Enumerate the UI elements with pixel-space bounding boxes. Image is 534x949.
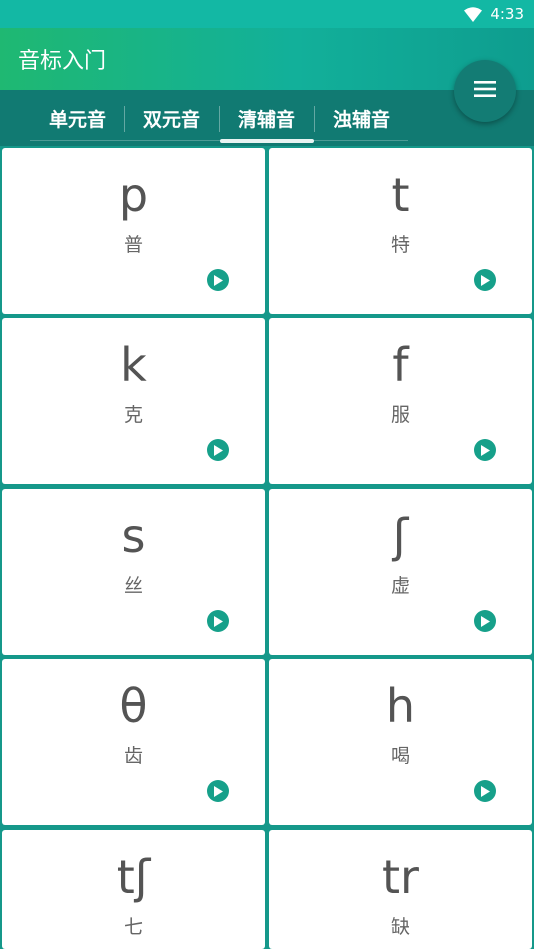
tab-diphthong[interactable]: 双元音 bbox=[124, 90, 219, 146]
play-button[interactable] bbox=[474, 780, 496, 802]
phonetic-hint: 丝 bbox=[123, 575, 143, 597]
tab-monophthong[interactable]: 单元音 bbox=[30, 90, 125, 146]
tab-label: 单元音 bbox=[48, 108, 106, 131]
play-button[interactable] bbox=[474, 610, 496, 632]
play-icon bbox=[214, 785, 223, 797]
phonetic-card[interactable]: tʃ 七 bbox=[2, 830, 265, 949]
phonetic-card[interactable]: k 克 bbox=[2, 318, 265, 484]
play-icon bbox=[481, 274, 490, 286]
phonetic-hint: 虚 bbox=[390, 575, 410, 597]
phonetic-card[interactable]: tr 缺 bbox=[269, 830, 532, 949]
phonetic-symbol: h bbox=[385, 679, 416, 733]
play-button[interactable] bbox=[207, 780, 229, 802]
phonetic-symbol: tr bbox=[382, 850, 419, 904]
phonetic-hint: 齿 bbox=[123, 745, 143, 767]
phonetic-hint: 缺 bbox=[390, 916, 410, 938]
play-button[interactable] bbox=[474, 439, 496, 461]
play-button[interactable] bbox=[474, 269, 496, 291]
menu-button[interactable] bbox=[454, 60, 516, 122]
play-icon bbox=[481, 785, 490, 797]
tab-voiced-consonant[interactable]: 浊辅音 bbox=[314, 90, 409, 146]
phonetic-card[interactable]: t 特 bbox=[269, 148, 532, 314]
app-title: 音标入门 bbox=[18, 49, 107, 74]
phonetic-symbol: p bbox=[118, 168, 149, 222]
play-icon bbox=[481, 444, 490, 456]
phonetic-symbol: θ bbox=[119, 679, 148, 733]
tab-label: 清辅音 bbox=[237, 108, 295, 131]
phonetic-hint: 克 bbox=[123, 404, 143, 426]
phonetic-symbol: tʃ bbox=[116, 850, 151, 904]
play-icon bbox=[481, 615, 490, 627]
play-icon bbox=[214, 444, 223, 456]
phonetic-hint: 普 bbox=[123, 234, 143, 256]
tab-baseline bbox=[30, 140, 408, 141]
play-button[interactable] bbox=[207, 439, 229, 461]
wifi-icon bbox=[464, 6, 483, 22]
phonetic-card[interactable]: θ 齿 bbox=[2, 659, 265, 825]
tab-active-indicator bbox=[220, 139, 314, 143]
phonetic-symbol: s bbox=[121, 509, 146, 563]
phonetic-card[interactable]: s 丝 bbox=[2, 489, 265, 655]
menu-icon bbox=[474, 81, 496, 101]
phonetic-symbol: t bbox=[391, 168, 410, 222]
tab-label: 双元音 bbox=[142, 108, 200, 131]
phonetic-card[interactable]: f 服 bbox=[269, 318, 532, 484]
phonetic-hint: 喝 bbox=[390, 745, 410, 767]
play-button[interactable] bbox=[207, 269, 229, 291]
tab-label: 浊辅音 bbox=[332, 108, 390, 131]
phonetic-card[interactable]: h 喝 bbox=[269, 659, 532, 825]
phonetic-symbol: k bbox=[120, 338, 147, 392]
phonetic-symbol: f bbox=[392, 338, 409, 392]
status-bar: 4:33 bbox=[0, 0, 534, 28]
tab-bar: 单元音 双元音 清辅音 浊辅音 bbox=[0, 90, 534, 146]
play-icon bbox=[214, 274, 223, 286]
phonetic-hint: 服 bbox=[390, 404, 410, 426]
play-icon bbox=[214, 615, 223, 627]
phonetic-card[interactable]: ʃ 虚 bbox=[269, 489, 532, 655]
app-bar: 音标入门 bbox=[0, 28, 534, 90]
phonetic-symbol: ʃ bbox=[392, 509, 409, 563]
phonetic-hint: 七 bbox=[123, 916, 143, 938]
phonetic-hint: 特 bbox=[390, 234, 410, 256]
tab-voiceless-consonant[interactable]: 清辅音 bbox=[219, 90, 314, 146]
status-time: 4:33 bbox=[490, 5, 524, 23]
phonetic-card[interactable]: p 普 bbox=[2, 148, 265, 314]
play-button[interactable] bbox=[207, 610, 229, 632]
